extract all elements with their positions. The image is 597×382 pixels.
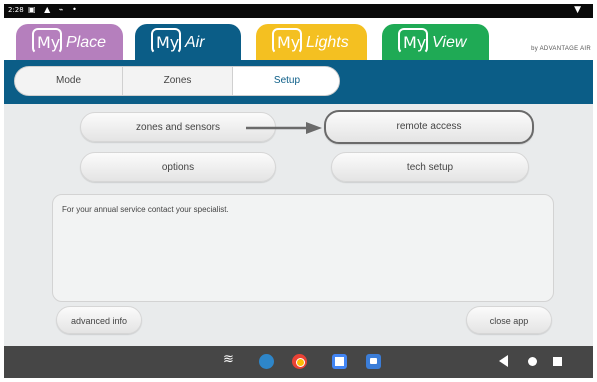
home-icon[interactable] [528, 357, 537, 366]
tab-prefix: My [277, 33, 301, 52]
wifi-icon: ▼ [574, 5, 581, 15]
info-panel: For your annual service contact your spe… [52, 194, 554, 302]
slides-icon[interactable] [332, 354, 347, 369]
tab-name: Air [185, 34, 205, 51]
tab-name: Lights [306, 34, 349, 51]
advanced-info-button[interactable]: advanced info [56, 306, 142, 334]
tab-name: View [432, 34, 467, 51]
app-icon[interactable] [259, 354, 274, 369]
close-app-button[interactable]: close app [466, 306, 552, 334]
arrow-annotation-icon [246, 122, 322, 134]
tab-prefix: My [403, 33, 427, 52]
tab-setup[interactable]: Setup [233, 67, 339, 95]
tab-zones[interactable]: Zones [123, 67, 233, 95]
status-bar: 2:28 ▣ ▲ ⌁ • ▼ [4, 4, 593, 18]
notification-icons: ▣ ▲ ⌁ • [28, 5, 80, 14]
brand-logo: by ADVANTAGE AIR [531, 46, 591, 52]
remote-access-button[interactable]: remote access [324, 110, 534, 144]
segmented-control: Mode Zones Setup [14, 66, 340, 96]
recent-apps-icon[interactable] [553, 357, 562, 366]
tab-mode[interactable]: Mode [15, 67, 123, 95]
tab-name: Place [66, 34, 107, 51]
tab-prefix: My [37, 33, 61, 52]
wifi-icon: ≋ [223, 352, 234, 367]
options-button[interactable]: options [80, 152, 276, 182]
app-window: 2:28 ▣ ▲ ⌁ • ▼ My Place My Air My Lights… [4, 4, 593, 378]
service-message: For your annual service contact your spe… [62, 205, 229, 214]
status-time: 2:28 [8, 6, 24, 14]
tech-setup-button[interactable]: tech setup [331, 152, 529, 182]
system-nav-bar: ≋ [4, 346, 593, 378]
app-tabs: My Place My Air My Lights My View by ADV… [4, 18, 593, 68]
camera-icon[interactable] [366, 354, 381, 369]
tab-prefix: My [156, 33, 180, 52]
nav-bar: Mode Zones Setup [4, 60, 593, 104]
back-icon[interactable] [499, 355, 508, 367]
chrome-icon[interactable] [292, 354, 307, 369]
